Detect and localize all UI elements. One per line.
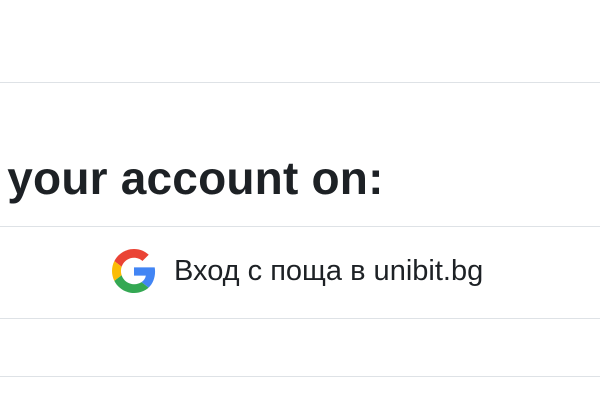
google-icon [112,249,156,293]
google-login-label: Вход с поща в unibit.bg [174,255,484,287]
login-page: g your account on: Вход с поща в unibit.… [0,0,600,400]
heading-divider [0,226,600,227]
login-with-heading: g your account on: [0,152,384,204]
google-login-button[interactable]: Вход с поща в unibit.bg [112,248,483,294]
provider-divider [0,318,600,319]
top-divider [0,82,600,83]
bottom-divider [0,376,600,377]
